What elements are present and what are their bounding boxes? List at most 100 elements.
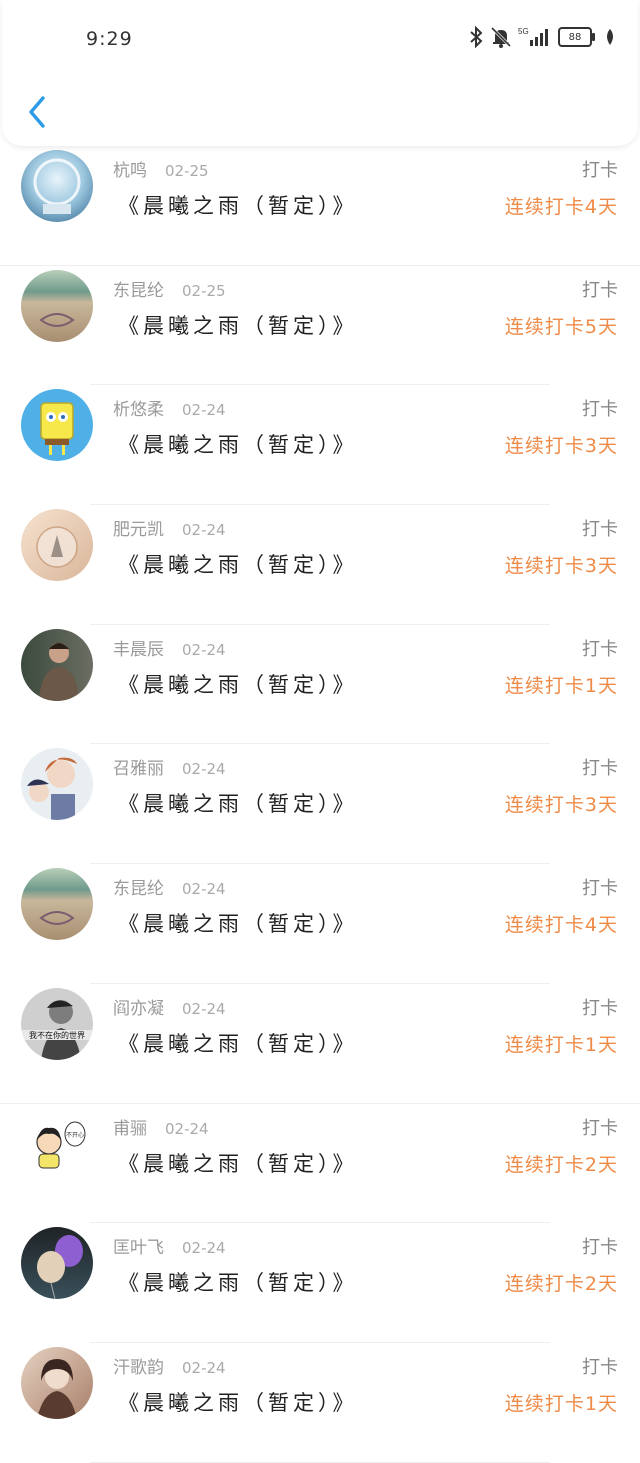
signal-icon: 5G (518, 26, 552, 48)
name-date: 甫骊 02-24 (113, 1114, 209, 1139)
avatar[interactable] (21, 748, 93, 821)
post-date: 02-24 (182, 999, 226, 1018)
user-name[interactable]: 阎亦凝 (113, 999, 164, 1019)
name-date: 匡叶飞 02-24 (113, 1233, 226, 1258)
avatar-caption: 我不在你的世界 (29, 1030, 85, 1040)
battery-icon: 88 (558, 27, 595, 47)
avatar[interactable] (21, 509, 93, 582)
avatar[interactable] (21, 1346, 93, 1419)
avatar-caption: 不开心 (66, 1132, 84, 1139)
list-item[interactable]: 析悠柔 02-24 《晨曦之雨（暂定）》 打卡连续打卡3天 (0, 385, 640, 506)
status-time: 9:29 (86, 28, 133, 50)
avatar[interactable] (21, 150, 93, 222)
name-date: 杭鸣 02-25 (113, 156, 209, 181)
user-name[interactable]: 杭鸣 (113, 161, 147, 181)
name-date: 东昆纶 02-24 (113, 874, 226, 899)
streak-label: 连续打卡1天 (504, 1392, 618, 1415)
streak-label: 连续打卡2天 (504, 1153, 618, 1176)
list-item[interactable]: 不开心 甫骊 02-24 《晨曦之雨（暂定）》 打卡连续打卡2天 (0, 1104, 640, 1224)
name-date: 东昆纶 02-25 (113, 276, 226, 301)
user-name[interactable]: 东昆纶 (113, 281, 164, 301)
avatar[interactable] (21, 269, 93, 342)
book-title[interactable]: 《晨曦之雨（暂定）》 (118, 1148, 358, 1178)
checkin-label: 打卡 (582, 1356, 618, 1378)
post-date: 02-24 (182, 640, 226, 659)
avatar[interactable] (21, 389, 93, 462)
network-type: 5G (518, 27, 529, 36)
checkin-label: 打卡 (582, 279, 618, 301)
avatar[interactable] (21, 628, 93, 701)
status-icons: 5G 88 (468, 26, 616, 48)
checkin-list: 杭鸣 02-25 《晨曦之雨（暂定）》 打卡 连续打卡4天 东昆纶 02-25 《晨曦之雨（暂… (0, 146, 640, 1463)
name-date: 肥元凯 02-24 (113, 515, 226, 540)
checkin-label: 打卡 (582, 997, 618, 1019)
list-item[interactable]: 杭鸣 02-25 《晨曦之雨（暂定）》 打卡连续打卡4天 (0, 146, 640, 266)
post-date: 02-25 (165, 162, 209, 180)
name-date: 丰晨辰 02-24 (113, 635, 226, 660)
streak-label: 连续打卡5天 (504, 315, 618, 338)
list-item[interactable]: 东昆纶 02-24 《晨曦之雨（暂定）》 打卡连续打卡4天 (0, 864, 640, 984)
checkin-label: 打卡 (582, 758, 618, 780)
user-name[interactable]: 召雅丽 (113, 759, 164, 779)
avatar[interactable] (21, 868, 93, 941)
book-title[interactable]: 《晨曦之雨（暂定）》 (118, 310, 358, 340)
avatar[interactable]: 我不在你的世界 (21, 987, 93, 1060)
avatar[interactable]: 不开心 (21, 1107, 93, 1180)
post-date: 02-24 (182, 1358, 226, 1377)
checkin-label: 打卡 (582, 399, 618, 421)
book-title[interactable]: 《晨曦之雨（暂定）》 (118, 1387, 358, 1417)
streak-label: 连续打卡1天 (504, 674, 618, 697)
book-title[interactable]: 《晨曦之雨（暂定）》 (118, 190, 358, 220)
post-date: 02-24 (182, 521, 226, 540)
user-name[interactable]: 匡叶飞 (113, 1238, 164, 1258)
post-date: 02-24 (182, 1239, 226, 1258)
battery-level: 88 (568, 31, 582, 43)
streak-label: 连续打卡1天 (504, 1033, 618, 1056)
checkin-label: 打卡 (582, 160, 618, 181)
top-bar: 9:29 5G 88 (2, 0, 638, 146)
book-title[interactable]: 《晨曦之雨（暂定）》 (118, 908, 358, 938)
book-title[interactable]: 《晨曦之雨（暂定）》 (118, 1028, 358, 1058)
name-date: 阎亦凝 02-24 (113, 994, 226, 1019)
user-name[interactable]: 东昆纶 (113, 879, 164, 899)
list-item[interactable]: 丰晨辰 02-24 《晨曦之雨（暂定）》 打卡连续打卡1天 (0, 625, 640, 745)
post-date: 02-24 (182, 880, 226, 899)
checkin-label: 打卡 (582, 1117, 618, 1139)
list-item[interactable]: 召雅丽 02-24 《晨曦之雨（暂定）》 打卡 连续打卡3天 (0, 744, 640, 865)
user-name[interactable]: 肥元凯 (113, 520, 164, 540)
streak-label: 连续打卡3天 (504, 435, 618, 458)
post-date: 02-24 (165, 1119, 209, 1138)
name-date: 召雅丽 02-24 (113, 754, 226, 779)
list-item[interactable]: 我不在你的世界 阎亦凝 02-24 《晨曦之雨（暂定）》 打卡连续打卡1天 (0, 984, 640, 1104)
book-title[interactable]: 《晨曦之雨（暂定）》 (118, 669, 358, 699)
row-divider (90, 1461, 550, 1463)
bluetooth-icon (468, 26, 484, 48)
streak-label: 连续打卡4天 (504, 196, 618, 218)
avatar[interactable] (21, 1227, 93, 1300)
book-title[interactable]: 《晨曦之雨（暂定）》 (118, 1267, 358, 1297)
mute-bell-icon (490, 26, 512, 48)
list-item[interactable]: 东昆纶 02-25 《晨曦之雨（暂定）》 打卡连续打卡5天 (0, 266, 640, 386)
post-date: 02-25 (182, 281, 226, 300)
user-name[interactable]: 丰晨辰 (113, 640, 164, 660)
book-title[interactable]: 《晨曦之雨（暂定）》 (118, 549, 358, 579)
list-item[interactable]: 肥元凯 02-24 《晨曦之雨（暂定）》 打卡 连续打卡3天 (0, 505, 640, 625)
book-title[interactable]: 《晨曦之雨（暂定）》 (118, 788, 358, 818)
checkin-label: 打卡 (582, 878, 618, 900)
user-name[interactable]: 析悠柔 (113, 400, 164, 420)
checkin-label: 打卡 (582, 1237, 618, 1259)
list-item[interactable]: 汗歌韵 02-24 《晨曦之雨（暂定）》 打卡连续打卡1天 (0, 1343, 640, 1463)
leaf-icon (604, 28, 616, 46)
post-date: 02-24 (182, 760, 226, 779)
list-item[interactable]: 匡叶飞 02-24 《晨曦之雨（暂定）》 打卡 连续打卡2天 (0, 1223, 640, 1343)
back-button[interactable] (24, 92, 50, 132)
name-date: 析悠柔 02-24 (113, 395, 226, 420)
streak-label: 连续打卡3天 (504, 555, 618, 578)
checkin-label: 打卡 (582, 638, 618, 660)
book-title[interactable]: 《晨曦之雨（暂定）》 (118, 429, 358, 459)
user-name[interactable]: 汗歌韵 (113, 1358, 164, 1378)
user-name[interactable]: 甫骊 (113, 1119, 147, 1139)
streak-label: 连续打卡4天 (504, 914, 618, 937)
name-date: 汗歌韵 02-24 (113, 1353, 226, 1378)
chevron-left-icon (29, 96, 45, 128)
